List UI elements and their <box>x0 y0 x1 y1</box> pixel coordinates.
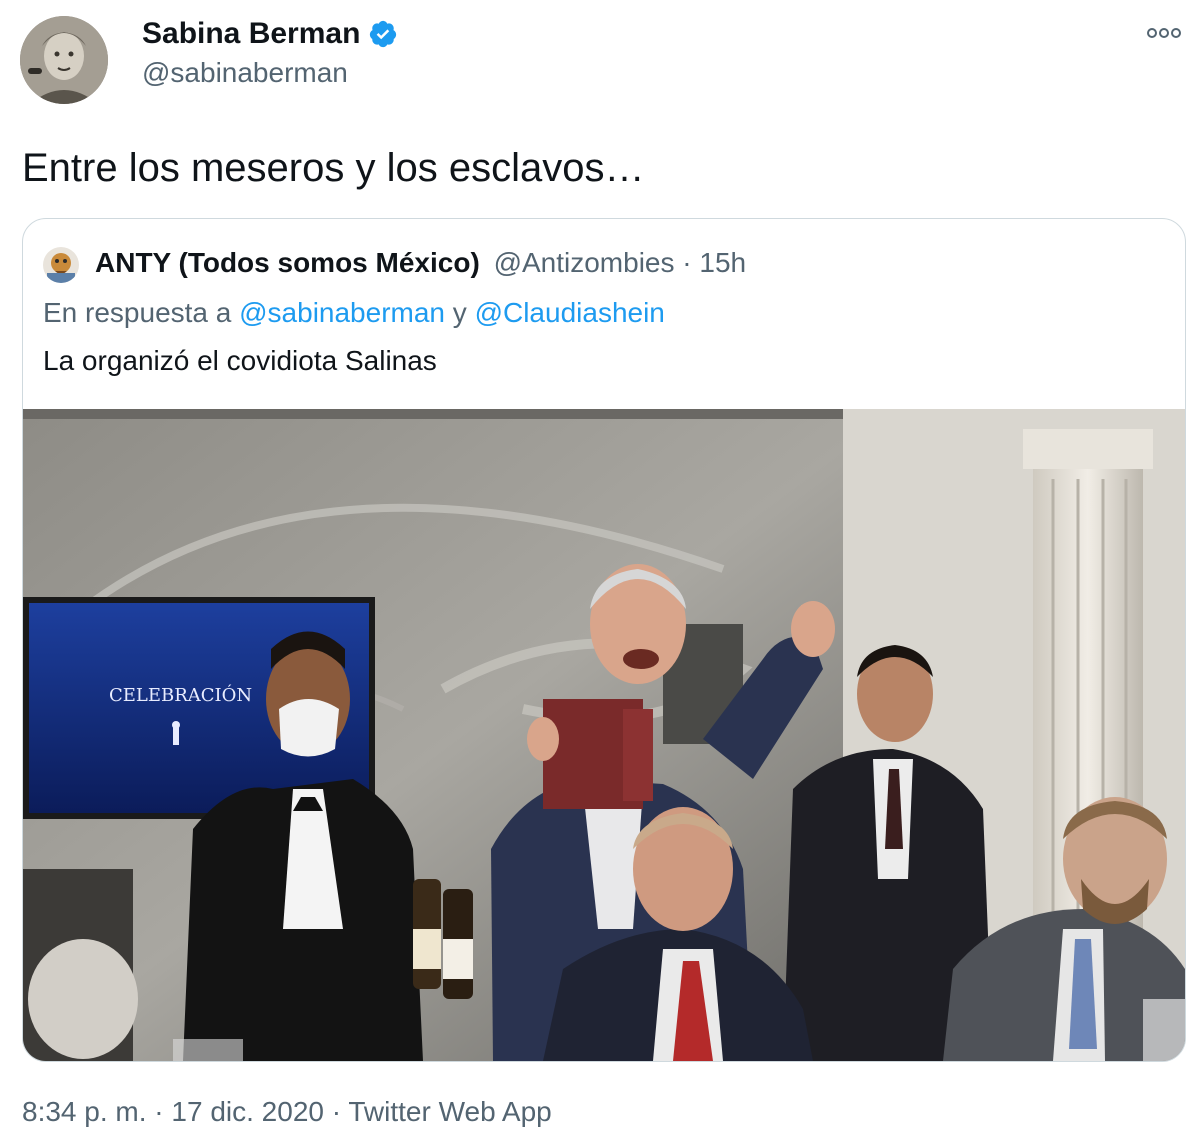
author-name-row[interactable]: Sabina Berman <box>142 16 398 52</box>
more-options-icon[interactable] <box>1144 18 1184 48</box>
tweet-source[interactable]: Twitter Web App <box>348 1096 551 1127</box>
tweet-date[interactable]: 17 dic. 2020 <box>171 1096 324 1127</box>
quote-author-name[interactable]: ANTY (Todos somos México) <box>95 247 480 278</box>
tweet-time[interactable]: 8:34 p. m. <box>22 1096 147 1127</box>
tweet-text: Entre los meseros y los esclavos… <box>22 146 645 190</box>
quote-header: ANTY (Todos somos México) @Antizombies ·… <box>95 245 746 281</box>
reply-mention-sabinaberman[interactable]: @sabinaberman <box>239 297 445 328</box>
reply-prefix: En respuesta a <box>43 297 232 328</box>
quote-text: La organizó el covidiota Salinas <box>43 345 437 376</box>
media-screen-text: CELEBRACIÓN <box>109 683 252 706</box>
footer-separator: · <box>331 1096 342 1127</box>
footer-separator: · <box>154 1096 164 1127</box>
quoted-tweet[interactable]: ANTY (Todos somos México) @Antizombies ·… <box>22 218 1186 1062</box>
quote-separator: · <box>682 247 692 278</box>
author-name[interactable]: Sabina Berman <box>142 16 360 52</box>
reply-mention-claudiashein[interactable]: @Claudiashein <box>475 297 665 328</box>
quote-timestamp[interactable]: 15h <box>699 247 746 278</box>
quote-author-avatar[interactable] <box>43 247 79 283</box>
quote-author-handle[interactable]: @Antizombies <box>494 247 675 278</box>
quote-media[interactable]: CELEBRACIÓN <box>23 409 1185 1061</box>
author-avatar[interactable] <box>20 16 108 104</box>
reply-join: y <box>452 297 467 328</box>
reply-context: En respuesta a @sabinaberman y @Claudias… <box>43 295 665 331</box>
tweet: Sabina Berman @sabinaberman Entre los me… <box>0 0 1200 1137</box>
verified-badge-icon <box>368 19 398 49</box>
media-scene: CELEBRACIÓN <box>23 409 1185 1061</box>
author-handle[interactable]: @sabinaberman <box>142 56 348 90</box>
tweet-footer: 8:34 p. m. · 17 dic. 2020 · Twitter Web … <box>22 1094 552 1130</box>
